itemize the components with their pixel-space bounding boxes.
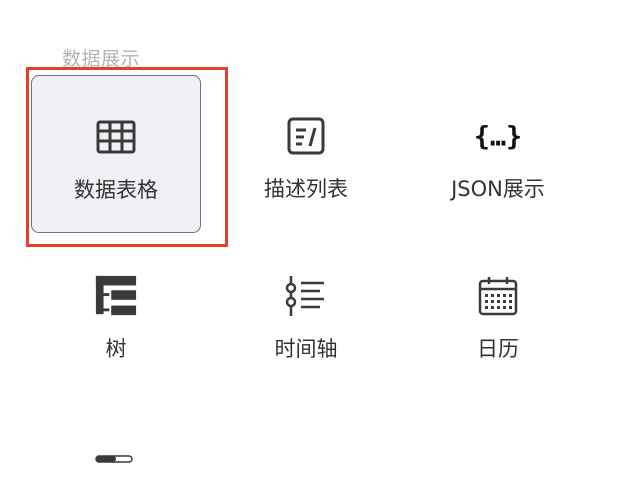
component-tile-description-list[interactable]: 描述列表 [221, 75, 391, 233]
component-tile-timeline[interactable]: 时间轴 [221, 235, 391, 393]
tree-icon [94, 274, 138, 318]
progress-bar-icon[interactable] [95, 451, 133, 465]
component-label: 日历 [477, 337, 519, 361]
component-label: 时间轴 [274, 337, 338, 361]
table-icon [94, 115, 138, 159]
component-label: 数据表格 [74, 178, 158, 202]
calendar-icon [476, 274, 520, 318]
component-tile-tree[interactable]: 树 [31, 235, 201, 393]
component-label: JSON展示 [451, 177, 545, 201]
component-tile-calendar[interactable]: 日历 [413, 235, 583, 393]
svg-text:{…}: {…} [476, 122, 520, 153]
json-braces-icon: {…} [476, 114, 520, 158]
component-label: 树 [105, 337, 127, 361]
component-tile-json-display[interactable]: {…} JSON展示 [413, 75, 583, 233]
section-title: 数据展示 [62, 48, 141, 70]
component-tile-data-table[interactable]: 数据表格 [31, 75, 201, 233]
component-label: 描述列表 [264, 177, 348, 201]
description-list-icon [284, 114, 328, 158]
timeline-icon [284, 274, 328, 318]
